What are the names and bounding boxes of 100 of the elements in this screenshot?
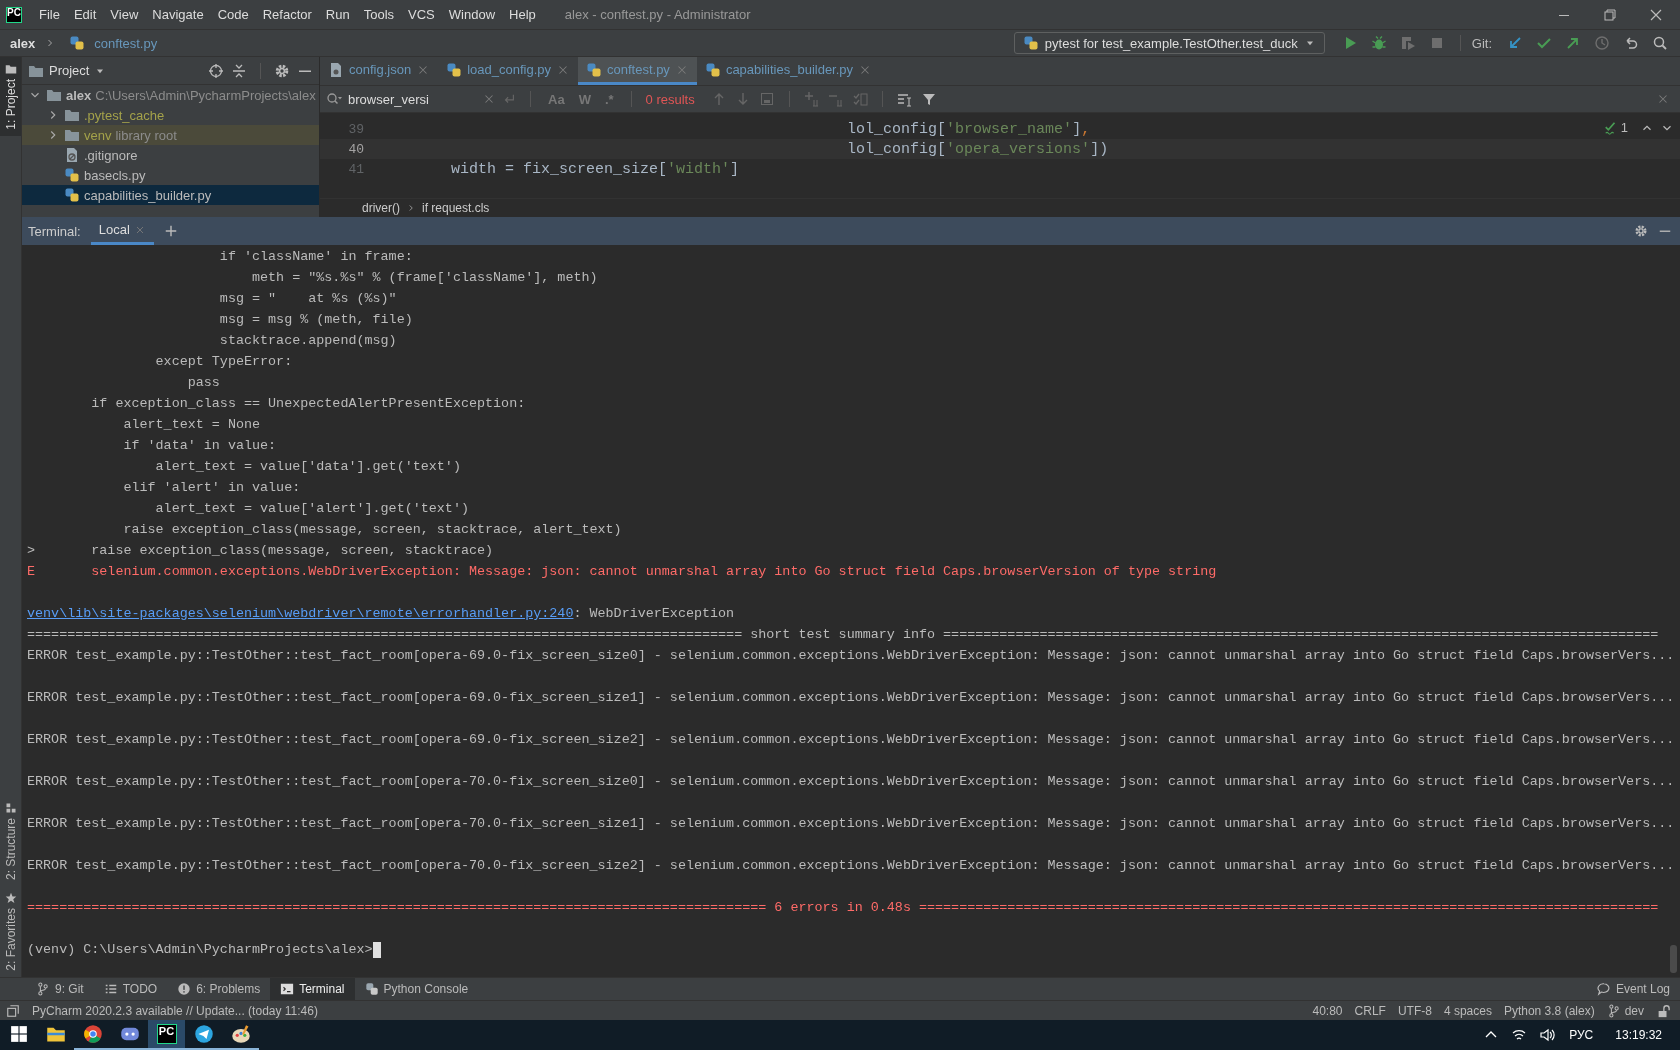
tree-item[interactable]: basecls.py <box>22 165 319 185</box>
terminal-line: alert_text = value['data'].get('text') <box>154 458 462 476</box>
plus-icon[interactable] <box>163 224 178 238</box>
menu-item[interactable]: Code <box>210 7 256 22</box>
tool-tab[interactable]: Python Console <box>354 978 479 1000</box>
menu-item[interactable]: Window <box>441 7 503 22</box>
restore-icon[interactable] <box>1602 6 1618 23</box>
arrow-icon[interactable] <box>1565 35 1581 51</box>
text-cursor <box>372 941 381 958</box>
tree-item[interactable]: .gitignore <box>22 145 319 165</box>
breadcrumb[interactable]: conftest.py <box>94 35 158 51</box>
menu-item[interactable]: Help <box>502 7 543 22</box>
panels-icon[interactable] <box>6 1003 20 1018</box>
breadcrumb[interactable]: alex <box>10 35 36 51</box>
clock-icon[interactable] <box>1594 35 1610 51</box>
status-item[interactable]: Python 3.8 (alex) <box>1503 1003 1595 1018</box>
debug-icon[interactable] <box>1370 35 1387 51</box>
arrow-icon[interactable] <box>1507 35 1523 51</box>
status-item[interactable]: UTF-8 <box>1397 1003 1432 1018</box>
menu-item[interactable]: View <box>103 7 146 22</box>
tree-note: library root <box>115 127 177 143</box>
status-item[interactable]: CRLF <box>1354 1003 1386 1018</box>
lock-icon[interactable] <box>1656 1003 1670 1018</box>
terminal-line: ========================================================================================= short test summary info ========================================================================================= <box>27 626 1660 644</box>
collapse-icon[interactable] <box>231 62 247 79</box>
tree-item[interactable]: capabilities_builder.py <box>22 185 319 205</box>
python-file-icon <box>704 61 721 78</box>
menu-item[interactable]: Navigate <box>145 7 211 22</box>
menu-item[interactable]: Tools <box>356 7 402 22</box>
file-icon <box>328 61 344 78</box>
tree-item[interactable]: venv library root <box>22 125 319 145</box>
python-file-icon <box>69 35 86 51</box>
run-config-dropdown[interactable]: pytest for test_example.TestOther.test_duck <box>1013 32 1325 54</box>
terminal-line: ERROR test_example.py::TestOther::test_fact_room[opera-70.0-fix_screen_size1] - selenium.common.exceptions.WebDriverException: Message: json: cannot unmarshal array into Go struct field Caps.browserVers... <box>27 815 1676 833</box>
menu-item[interactable]: Refactor <box>255 7 319 22</box>
menu-item[interactable]: File <box>32 7 67 22</box>
status-item[interactable]: 40:80 <box>1312 1003 1343 1018</box>
tool-tab[interactable]: Terminal <box>270 978 355 1000</box>
settings-icon[interactable] <box>1634 224 1648 238</box>
check-icon[interactable] <box>1536 35 1552 51</box>
language-indicator[interactable]: РУС <box>1569 1028 1594 1042</box>
window-title: alex - conftest.py - Administrator <box>564 7 751 22</box>
code-line: lol_config['opera_versions']) <box>846 140 1109 158</box>
undo-icon[interactable] <box>1623 35 1639 51</box>
tool-tab[interactable]: Event Log <box>1586 978 1680 1000</box>
menu-item[interactable]: Run <box>318 7 357 22</box>
terminal-line: ERROR test_example.py::TestOther::test_fact_room[opera-70.0-fix_screen_size0] - selenium.common.exceptions.WebDriverException: Message: json: cannot unmarshal array into Go struct field Caps.browserVers... <box>27 773 1676 791</box>
editor-tab[interactable]: load_config.py <box>438 57 578 85</box>
terminal-line: raise exception_class(message, screen, stacktrace, alert_text) <box>122 521 623 539</box>
branch-icon <box>1606 1003 1621 1018</box>
menu-item[interactable]: Edit <box>66 7 104 22</box>
tool-window-button[interactable]: 1: Project <box>0 57 21 136</box>
filter-lines-icon[interactable] <box>896 91 913 107</box>
tool-tab[interactable]: 6: Problems <box>167 978 271 1000</box>
terminal-line: except TypeError: <box>154 353 294 371</box>
terminal-line: ERROR test_example.py::TestOther::test_fact_room[opera-69.0-fix_screen_size0] - selenium.common.exceptions.WebDriverException: Message: json: cannot unmarshal array into Go struct field Caps.browserVers... <box>27 647 1676 665</box>
terminal-line: E selenium.common.exceptions.WebDriverException: Message: json: cannot unmarshal array into Go struct field Caps.browserVersion of type string <box>27 563 1218 581</box>
scrollbar-thumb[interactable] <box>1670 945 1677 973</box>
code-line: width = fix_screen_size['width'] <box>450 160 740 178</box>
breadcrumb[interactable]: if request.cls <box>422 201 490 215</box>
status-item[interactable]: 4 spaces <box>1443 1003 1492 1018</box>
branch-icon <box>36 982 50 996</box>
coverage-icon[interactable] <box>1399 35 1416 51</box>
clock[interactable]: 13:19:32 <box>1615 1028 1662 1042</box>
python-file-icon <box>64 167 80 183</box>
taskbar-button[interactable]: PC <box>148 1020 185 1050</box>
tool-tab[interactable]: TODO <box>93 978 168 1000</box>
breadcrumb[interactable]: driver() <box>362 201 400 215</box>
speaker-icon[interactable] <box>1539 1027 1556 1043</box>
folder-icon <box>46 87 62 103</box>
paper-plane-icon <box>193 1024 214 1044</box>
panel-title-dropdown[interactable]: Project <box>28 62 107 79</box>
branch-widget[interactable]: dev <box>1606 1003 1644 1018</box>
tool-tab[interactable]: 9: Git <box>26 978 94 1000</box>
locate-icon[interactable] <box>208 62 224 79</box>
terminal-line: ERROR test_example.py::TestOther::test_fact_room[opera-69.0-fix_screen_size2] - selenium.common.exceptions.WebDriverException: Message: json: cannot unmarshal array into Go struct field Caps.browserVers... <box>27 731 1676 749</box>
inspection-widget[interactable]: 1 <box>1603 120 1628 135</box>
list-icon <box>103 982 118 996</box>
python-icon <box>364 982 379 996</box>
tool-window-button[interactable]: 2: Structure <box>0 796 21 887</box>
code-line: lol_config['browser_name'], <box>846 120 1091 138</box>
tree-item[interactable]: .pytest_cache <box>22 105 319 125</box>
search-icon[interactable] <box>1652 35 1668 51</box>
line-number: 39 <box>347 121 365 137</box>
settings-icon[interactable] <box>274 62 290 79</box>
tree-item[interactable]: alex C:\Users\Admin\PycharmProjects\alex <box>22 85 319 105</box>
folder-icon <box>64 107 80 123</box>
editor-tab[interactable]: capabilities_builder.py <box>696 57 881 85</box>
filter-icon[interactable] <box>920 91 937 107</box>
editor-tab[interactable]: config.json <box>320 57 439 85</box>
menu-item[interactable]: VCS <box>401 7 442 22</box>
status-message[interactable]: PyCharm 2020.2.3 available // Update... (today 11:46) <box>32 1003 318 1018</box>
search-field[interactable]: browser_versi <box>326 91 516 107</box>
terminal-line: alert_text = value['alert'].get('text') <box>154 500 470 518</box>
warning-icon <box>177 982 192 996</box>
terminal-line: ============================================================================================ 6 errors in 0.48s ============================================================================================ <box>27 899 1660 917</box>
results-count: 0 results <box>645 91 695 107</box>
terminal-line: meth = "%s.%s" % (frame['className'], meth) <box>251 269 599 287</box>
tool-window-button[interactable]: 2: Favorites <box>0 886 21 977</box>
file-link[interactable]: venv\lib\site-packages\selenium\webdriver\remote\errorhandler.py:240 <box>27 603 574 624</box>
